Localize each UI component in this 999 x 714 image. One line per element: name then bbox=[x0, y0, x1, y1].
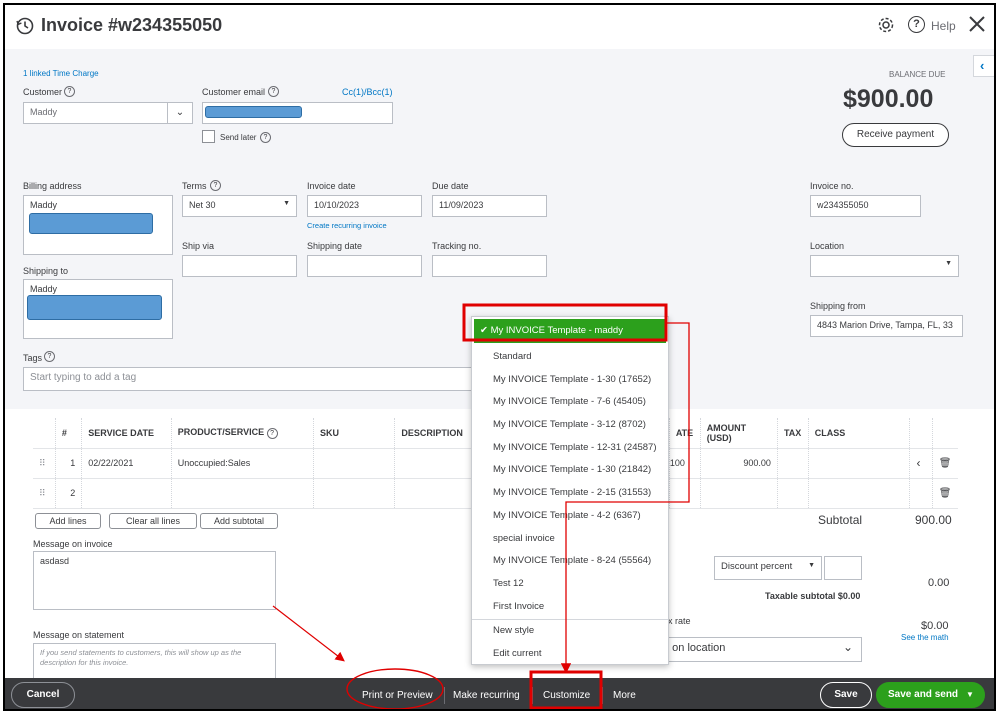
annotation-arrow-to-print bbox=[272, 605, 345, 662]
annotation-ellipse-print-preview bbox=[346, 668, 444, 709]
annotation-overlay bbox=[272, 303, 690, 709]
annotation-arrow-to-customize bbox=[560, 322, 690, 674]
annotation-box-selected-template bbox=[462, 303, 668, 342]
annotation-box-customize bbox=[529, 670, 603, 709]
invoice-window: Invoice #w234355050 ? Help ‹ 1 linked Ti… bbox=[3, 3, 996, 711]
